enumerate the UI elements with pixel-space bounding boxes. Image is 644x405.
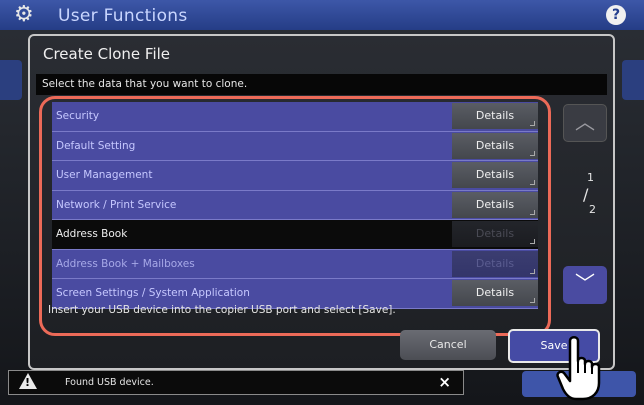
list-item-label: User Management — [56, 169, 153, 181]
list-item-user-management[interactable]: User Management Details — [52, 161, 538, 191]
clone-data-list: Security Details Default Setting Details… — [39, 96, 551, 336]
list-item-default-setting[interactable]: Default Setting Details — [52, 131, 538, 161]
side-tab-right — [622, 60, 644, 100]
gear-icon: ⚙ — [14, 2, 34, 27]
scroll-up-button[interactable]: ︿ — [563, 104, 607, 142]
list-item-address-book-mailboxes[interactable]: Address Book + Mailboxes Details — [52, 249, 538, 279]
create-clone-dialog: Create Clone File Select the data that y… — [28, 34, 615, 370]
close-icon[interactable]: × — [438, 371, 451, 394]
app-header: ⚙ User Functions ? — [0, 0, 644, 30]
details-button[interactable]: Details — [452, 132, 538, 159]
usb-message: Insert your USB device into the copier U… — [48, 304, 396, 316]
list-item-network-print-service[interactable]: Network / Print Service Details — [52, 190, 538, 220]
chevron-down-icon: ﹀ — [575, 271, 595, 295]
list-item-security[interactable]: Security Details — [52, 102, 538, 132]
list-item-label: Address Book — [56, 228, 128, 240]
dialog-title: Create Clone File — [43, 45, 171, 63]
status-message: Found USB device. — [65, 377, 154, 388]
page-separator: / — [583, 185, 589, 204]
app-title: User Functions — [58, 6, 188, 26]
details-button: Details — [452, 221, 538, 247]
details-button[interactable]: Details — [452, 162, 538, 188]
list-item-address-book[interactable]: Address Book Details — [52, 220, 538, 250]
status-bar: Found USB device. × — [8, 370, 464, 395]
list-item-label: Security — [56, 110, 100, 122]
screen: ⚙ User Functions ? Create Clone File Sel… — [0, 0, 644, 405]
chevron-up-icon: ︿ — [575, 110, 595, 134]
total-pages: 2 — [589, 203, 596, 216]
details-button[interactable]: Details — [452, 103, 538, 129]
cancel-button[interactable]: Cancel — [400, 330, 496, 360]
side-tab-left — [0, 60, 22, 100]
pointing-hand-icon — [556, 336, 601, 401]
help-icon[interactable]: ? — [606, 5, 626, 25]
details-button[interactable]: Details — [452, 280, 538, 306]
current-page: 1 — [587, 171, 594, 184]
list-item-label: Network / Print Service — [56, 198, 177, 211]
warning-icon — [19, 373, 37, 389]
scroll-down-button[interactable]: ﹀ — [563, 266, 607, 304]
details-button[interactable]: Details — [452, 191, 538, 218]
list-item-label: Default Setting — [56, 139, 136, 152]
details-button: Details — [452, 250, 538, 277]
list-item-label: Address Book + Mailboxes — [56, 257, 195, 270]
instruction-text: Select the data that you want to clone. — [36, 74, 607, 95]
